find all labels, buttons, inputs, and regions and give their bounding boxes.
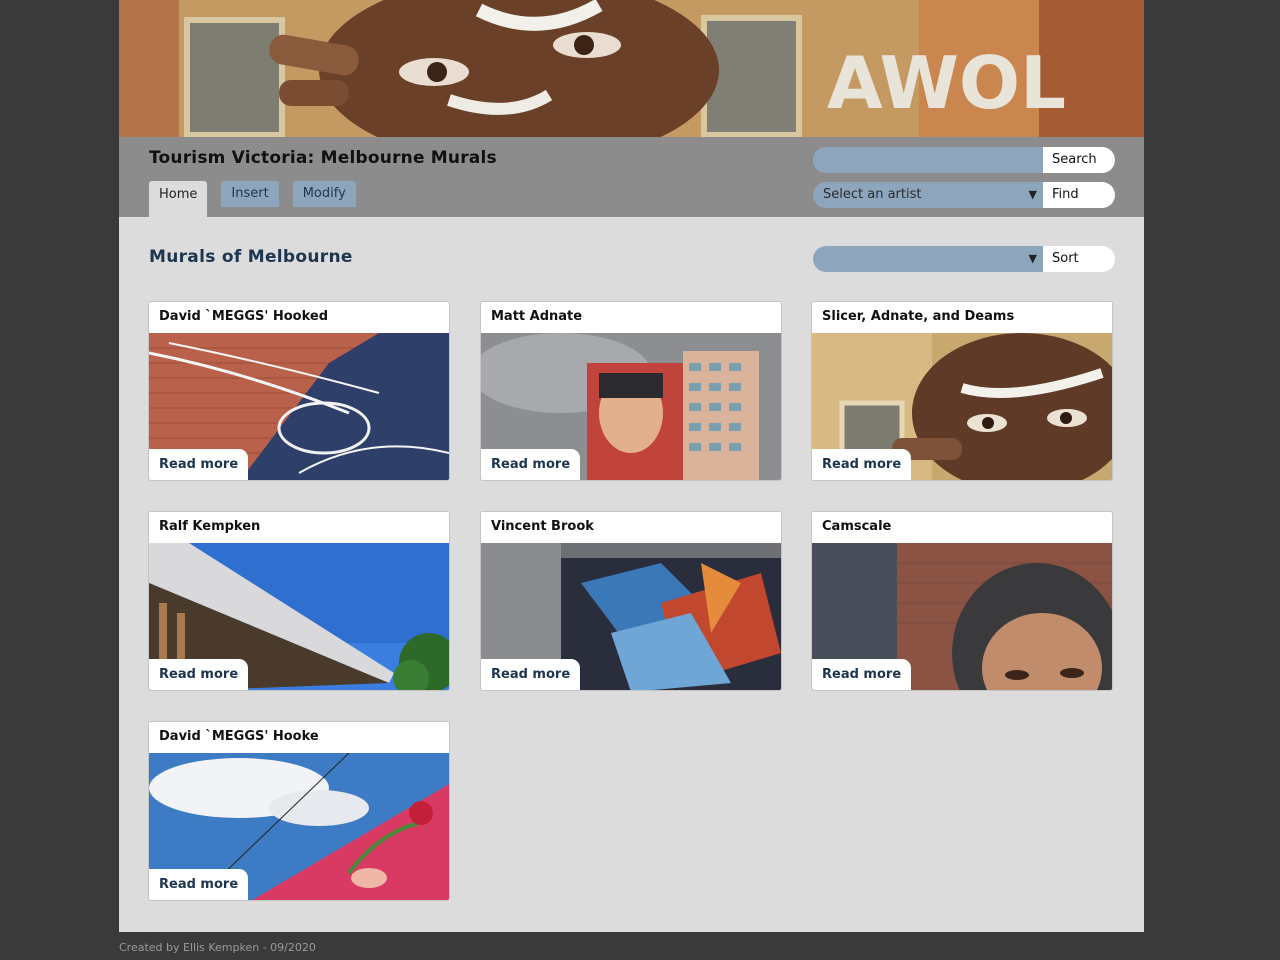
tab-modify[interactable]: Modify	[292, 181, 356, 207]
mural-card: David `MEGGS' Hooked Read more	[148, 301, 450, 481]
chevron-down-icon: ▼	[1028, 188, 1037, 201]
mural-card: Camscale Read more	[811, 511, 1113, 691]
sort-control: ▼ Sort	[813, 246, 1115, 272]
search-bar: Search	[813, 147, 1115, 173]
mural-card: Vincent Brook Read more	[480, 511, 782, 691]
mural-card: Slicer, Adnate, and Deams Read more	[811, 301, 1113, 481]
card-title: Matt Adnate	[481, 302, 781, 334]
card-title: Ralf Kempken	[149, 512, 449, 544]
site-header: Tourism Victoria: Melbourne Murals Home …	[119, 137, 1144, 217]
tab-insert[interactable]: Insert	[221, 181, 279, 207]
read-more-link[interactable]: Read more	[149, 449, 249, 480]
tab-home[interactable]: Home	[149, 181, 208, 217]
read-more-link[interactable]: Read more	[812, 449, 912, 480]
artist-filter: Select an artist ▼ Find	[813, 182, 1115, 208]
page-container: AWOL Tourism Victoria: Melbourne Murals …	[119, 0, 1144, 932]
card-title: Slicer, Adnate, and Deams	[812, 302, 1112, 334]
read-more-link[interactable]: Read more	[481, 659, 581, 690]
mural-card: Matt Adnate Read more	[480, 301, 782, 481]
chevron-down-icon: ▼	[1028, 252, 1037, 265]
main-nav: Home Insert Modify	[149, 181, 356, 217]
card-title: Camscale	[812, 512, 1112, 544]
sort-select[interactable]: ▼	[813, 246, 1043, 272]
read-more-link[interactable]: Read more	[149, 869, 249, 900]
page-title: Murals of Melbourne	[149, 247, 353, 267]
site-title: Tourism Victoria: Melbourne Murals	[149, 148, 497, 168]
find-button[interactable]: Find	[1043, 182, 1115, 208]
sort-button[interactable]: Sort	[1043, 246, 1115, 272]
banner-image: AWOL	[119, 0, 1144, 137]
mural-card: David `MEGGS' Hooke Read more	[148, 721, 450, 901]
read-more-link[interactable]: Read more	[812, 659, 912, 690]
card-title: David `MEGGS' Hooke	[149, 722, 449, 754]
search-input[interactable]	[813, 147, 1043, 173]
artist-select[interactable]: Select an artist ▼	[813, 182, 1043, 208]
read-more-link[interactable]: Read more	[481, 449, 581, 480]
mural-card: Ralf Kempken Read more	[148, 511, 450, 691]
card-title: Vincent Brook	[481, 512, 781, 544]
read-more-link[interactable]: Read more	[149, 659, 249, 690]
card-title: David `MEGGS' Hooked	[149, 302, 449, 334]
banner-awol-text: AWOL	[827, 41, 1066, 125]
artist-select-value: Select an artist	[823, 187, 922, 202]
search-button[interactable]: Search	[1043, 147, 1115, 173]
footer-credit: Created by Ellis Kempken - 09/2020	[119, 941, 316, 954]
